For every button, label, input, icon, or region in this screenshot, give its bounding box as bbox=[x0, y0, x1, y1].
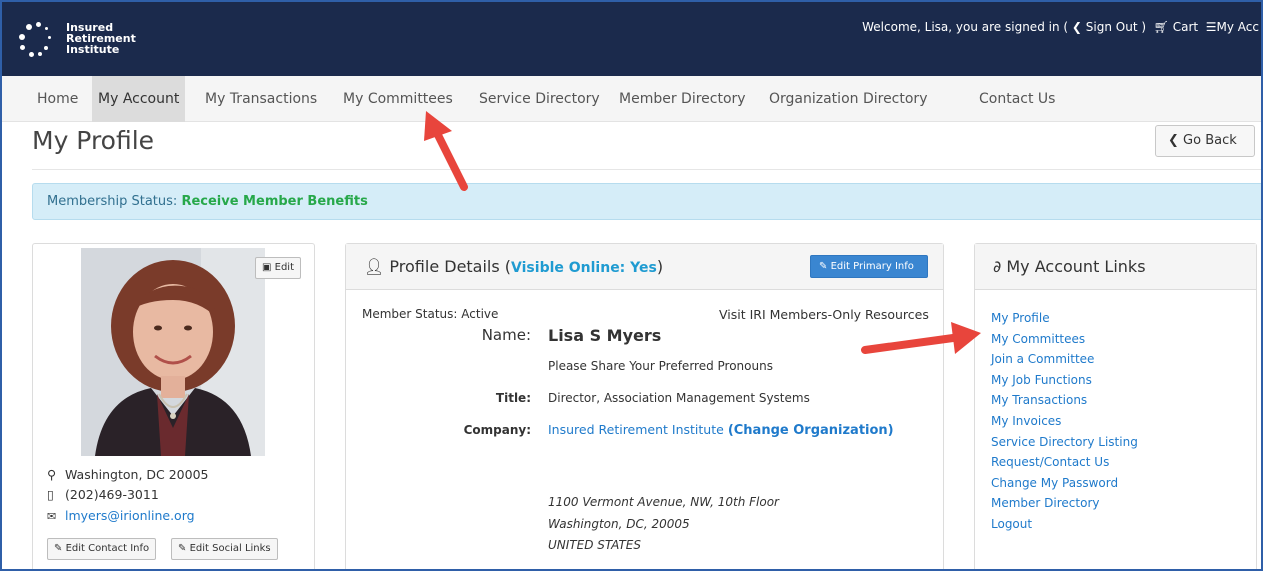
account-link-join-committee[interactable]: Join a Committee bbox=[991, 349, 1138, 370]
nav-my-account[interactable]: My Account bbox=[92, 76, 186, 122]
visible-online-link[interactable]: Visible Online: Yes bbox=[511, 260, 657, 276]
account-link-invoices[interactable]: My Invoices bbox=[991, 411, 1138, 432]
edit-social-links-button[interactable]: ✎ Edit Social Links bbox=[171, 538, 278, 560]
logo-dots-icon bbox=[16, 20, 56, 60]
title-label: Title: bbox=[495, 391, 531, 405]
nav-my-committees[interactable]: My Committees bbox=[337, 76, 459, 122]
link-icon: ∂ bbox=[993, 257, 1002, 276]
top-header: Insured Retirement Institute Welcome, Li… bbox=[2, 2, 1261, 76]
screenshot-frame: Insured Retirement Institute Welcome, Li… bbox=[0, 0, 1263, 571]
company-value-wrap: Insured Retirement Institute (Change Org… bbox=[548, 422, 894, 438]
account-link-my-committees[interactable]: My Committees bbox=[991, 329, 1138, 350]
account-links-card: ∂ My Account Links My Profile My Committ… bbox=[974, 243, 1257, 569]
account-link-change-password[interactable]: Change My Password bbox=[991, 473, 1138, 494]
change-organization-link[interactable]: (Change Organization) bbox=[728, 423, 894, 438]
pencil-icon: ✎ bbox=[819, 261, 828, 272]
edit-photo-button[interactable]: ▣ Edit bbox=[255, 257, 302, 279]
company-link[interactable]: Insured Retirement Institute bbox=[548, 422, 724, 437]
welcome-bar: Welcome, Lisa, you are signed in ( ❮ Sig… bbox=[862, 20, 1259, 34]
user-icon: 👤︎ bbox=[364, 257, 385, 276]
contact-phone: ▯ (202)469-3011 bbox=[47, 487, 159, 502]
membership-status-label: Membership Status: bbox=[47, 194, 178, 209]
name-label: Name: bbox=[481, 326, 531, 344]
title-value: Director, Association Management Systems bbox=[548, 391, 810, 405]
members-only-resources-link[interactable]: Visit IRI Members-Only Resources bbox=[719, 307, 929, 322]
profile-details-header: 👤︎ Profile Details (Visible Online: Yes)… bbox=[346, 244, 943, 290]
email-link[interactable]: lmyers@irionline.org bbox=[65, 508, 195, 523]
my-account-link[interactable]: ☰My Acc bbox=[1206, 20, 1259, 34]
photo-contact-card: ▣ Edit ⚲ Washington, DC 20005 ▯ (202)469… bbox=[32, 243, 315, 569]
chevron-left-icon: ❮ bbox=[1071, 20, 1082, 34]
pencil-icon: ✎ bbox=[54, 543, 63, 554]
nav-my-transactions[interactable]: My Transactions bbox=[199, 76, 323, 122]
list-icon: ☰ bbox=[1205, 20, 1217, 34]
map-marker-icon: ⚲ bbox=[47, 467, 57, 482]
edit-contact-info-button[interactable]: ✎ Edit Contact Info bbox=[47, 538, 157, 560]
title-divider bbox=[32, 169, 1261, 170]
go-back-button[interactable]: ❮ Go Back bbox=[1155, 125, 1255, 157]
cart-link[interactable]: 🛒︎ Cart bbox=[1154, 20, 1198, 34]
logo-wordmark: Insured Retirement Institute bbox=[66, 21, 136, 56]
page-title: My Profile bbox=[32, 126, 155, 155]
member-status-text: Member Status: Active bbox=[362, 307, 499, 321]
cart-icon: 🛒︎ bbox=[1153, 20, 1169, 34]
account-link-request-contact[interactable]: Request/Contact Us bbox=[991, 452, 1138, 473]
account-link-job-functions[interactable]: My Job Functions bbox=[991, 370, 1138, 391]
name-value: Lisa S Myers bbox=[548, 326, 662, 345]
account-links-title: ∂ My Account Links bbox=[993, 257, 1146, 276]
nav-member-directory[interactable]: Member Directory bbox=[613, 76, 752, 122]
nav-organization-directory[interactable]: Organization Directory bbox=[763, 76, 933, 122]
sign-out-link[interactable]: ❮ Sign Out bbox=[1072, 20, 1138, 34]
profile-details-title: 👤︎ Profile Details (Visible Online: Yes) bbox=[364, 257, 664, 276]
company-label: Company: bbox=[463, 423, 531, 437]
nav-home[interactable]: Home bbox=[31, 76, 84, 122]
account-link-member-directory[interactable]: Member Directory bbox=[991, 493, 1138, 514]
address-line-1: 1100 Vermont Avenue, NW, 10th Floor bbox=[548, 495, 779, 509]
account-link-transactions[interactable]: My Transactions bbox=[991, 390, 1138, 411]
contact-email: ✉ lmyers@irionline.org bbox=[47, 508, 195, 523]
envelope-icon: ✉ bbox=[47, 510, 57, 523]
profile-details-card: 👤︎ Profile Details (Visible Online: Yes)… bbox=[345, 243, 944, 569]
chevron-left-icon: ❮ bbox=[1168, 133, 1179, 148]
account-link-my-profile[interactable]: My Profile bbox=[991, 308, 1138, 329]
address-line-3: UNITED STATES bbox=[548, 538, 641, 552]
pronouns-link[interactable]: Please Share Your Preferred Pronouns bbox=[548, 359, 773, 373]
iri-logo[interactable]: Insured Retirement Institute bbox=[16, 18, 146, 62]
image-icon: ▣ bbox=[262, 262, 272, 273]
account-link-logout[interactable]: Logout bbox=[991, 514, 1138, 535]
account-links-header: ∂ My Account Links bbox=[975, 244, 1256, 290]
account-link-service-directory-listing[interactable]: Service Directory Listing bbox=[991, 432, 1138, 453]
nav-contact-us[interactable]: Contact Us bbox=[973, 76, 1061, 122]
address-line-2: Washington, DC, 20005 bbox=[548, 517, 690, 531]
contact-location: ⚲ Washington, DC 20005 bbox=[47, 467, 209, 482]
membership-status-alert: Membership Status: Receive Member Benefi… bbox=[32, 183, 1261, 220]
account-links-list: My Profile My Committees Join a Committe… bbox=[991, 308, 1138, 535]
mobile-phone-icon: ▯ bbox=[47, 487, 54, 502]
membership-status-value: Receive Member Benefits bbox=[181, 194, 368, 209]
edit-primary-info-button[interactable]: ✎ Edit Primary Info bbox=[810, 255, 928, 278]
welcome-text: Welcome, Lisa, you are signed in ( bbox=[862, 20, 1069, 34]
nav-service-directory[interactable]: Service Directory bbox=[473, 76, 606, 122]
profile-photo bbox=[81, 248, 265, 456]
pencil-icon: ✎ bbox=[178, 543, 187, 554]
main-nav: Home My Account My Transactions My Commi… bbox=[2, 76, 1261, 122]
